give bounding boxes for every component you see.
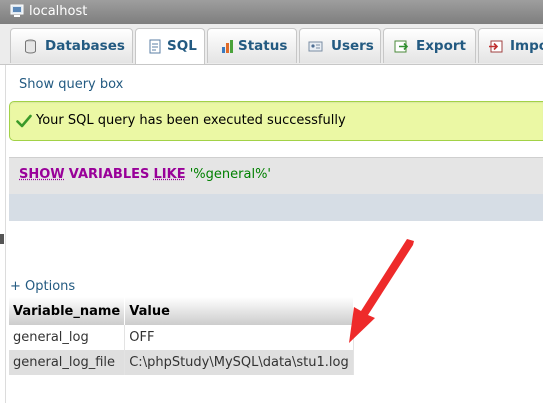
sql-string-value: '%general%' xyxy=(190,167,271,182)
tab-export[interactable]: Export xyxy=(383,28,476,63)
edge-marker xyxy=(0,234,4,244)
sql-keyword-show[interactable]: SHOW xyxy=(19,167,65,182)
table-cell: general_log_file xyxy=(9,350,125,375)
success-text: Your SQL query has been executed success… xyxy=(36,113,346,128)
server-icon xyxy=(10,4,24,18)
sql-query: SHOW VARIABLES LIKE '%general%' xyxy=(19,167,271,182)
databases-icon xyxy=(23,39,38,54)
status-icon xyxy=(220,39,235,54)
table-cell: general_log xyxy=(9,325,125,350)
tab-label: Status xyxy=(238,38,287,54)
table-row[interactable]: general_log OFF xyxy=(9,325,354,350)
sql-icon xyxy=(148,39,163,54)
column-header-variable-name[interactable]: Variable_name xyxy=(9,297,125,325)
tab-label: Users xyxy=(331,38,374,54)
export-icon xyxy=(394,39,409,54)
table-header-row: Variable_name Value xyxy=(9,297,354,325)
tab-databases[interactable]: Databases xyxy=(10,28,133,63)
server-label: localhost xyxy=(29,4,87,19)
sql-toolbar xyxy=(9,194,543,221)
column-header-value[interactable]: Value xyxy=(125,297,354,325)
tab-sql[interactable]: SQL xyxy=(135,28,205,64)
results-table: Variable_name Value general_log OFF gene… xyxy=(9,297,354,375)
sql-keyword-variables: VARIABLES xyxy=(69,167,150,182)
tab-label: Databases xyxy=(45,38,125,54)
tab-label: Impo xyxy=(510,38,543,54)
tab-label: Export xyxy=(416,38,466,54)
import-icon xyxy=(488,39,503,54)
server-breadcrumb[interactable]: localhost xyxy=(0,0,543,24)
table-row[interactable]: general_log_file C:\phpStudy\MySQL\data\… xyxy=(9,350,354,375)
show-query-box-link[interactable]: Show query box xyxy=(19,77,123,92)
main-tabs: Databases SQL Status Users Export Imp xyxy=(0,24,543,65)
tab-label: SQL xyxy=(167,38,197,54)
table-cell: OFF xyxy=(125,325,354,350)
users-icon xyxy=(308,39,323,54)
tab-users[interactable]: Users xyxy=(299,28,381,63)
annotation-arrow-icon xyxy=(340,238,420,348)
table-cell: C:\phpStudy\MySQL\data\stu1.log xyxy=(125,350,354,375)
options-link[interactable]: + Options xyxy=(10,279,75,294)
check-icon xyxy=(16,114,32,128)
tab-status[interactable]: Status xyxy=(207,28,297,63)
tab-import[interactable]: Impo xyxy=(478,28,543,63)
success-message: Your SQL query has been executed success… xyxy=(9,101,543,141)
sql-keyword-like[interactable]: LIKE xyxy=(154,167,186,182)
sql-query-box: SHOW VARIABLES LIKE '%general%' xyxy=(9,157,543,194)
